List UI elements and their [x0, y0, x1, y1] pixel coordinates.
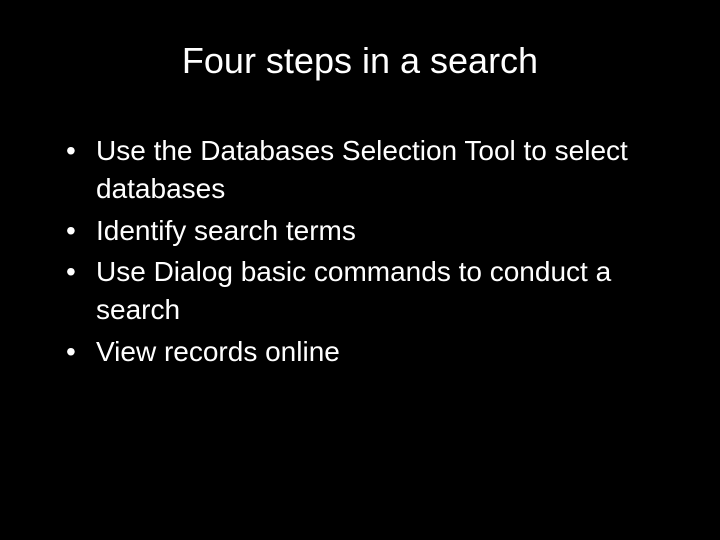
list-item: View records online: [60, 333, 680, 371]
slide-title: Four steps in a search: [40, 40, 680, 82]
slide: Four steps in a search Use the Databases…: [0, 0, 720, 540]
bullet-list: Use the Databases Selection Tool to sele…: [40, 132, 680, 371]
list-item: Use the Databases Selection Tool to sele…: [60, 132, 680, 208]
list-item: Use Dialog basic commands to conduct a s…: [60, 253, 680, 329]
list-item: Identify search terms: [60, 212, 680, 250]
